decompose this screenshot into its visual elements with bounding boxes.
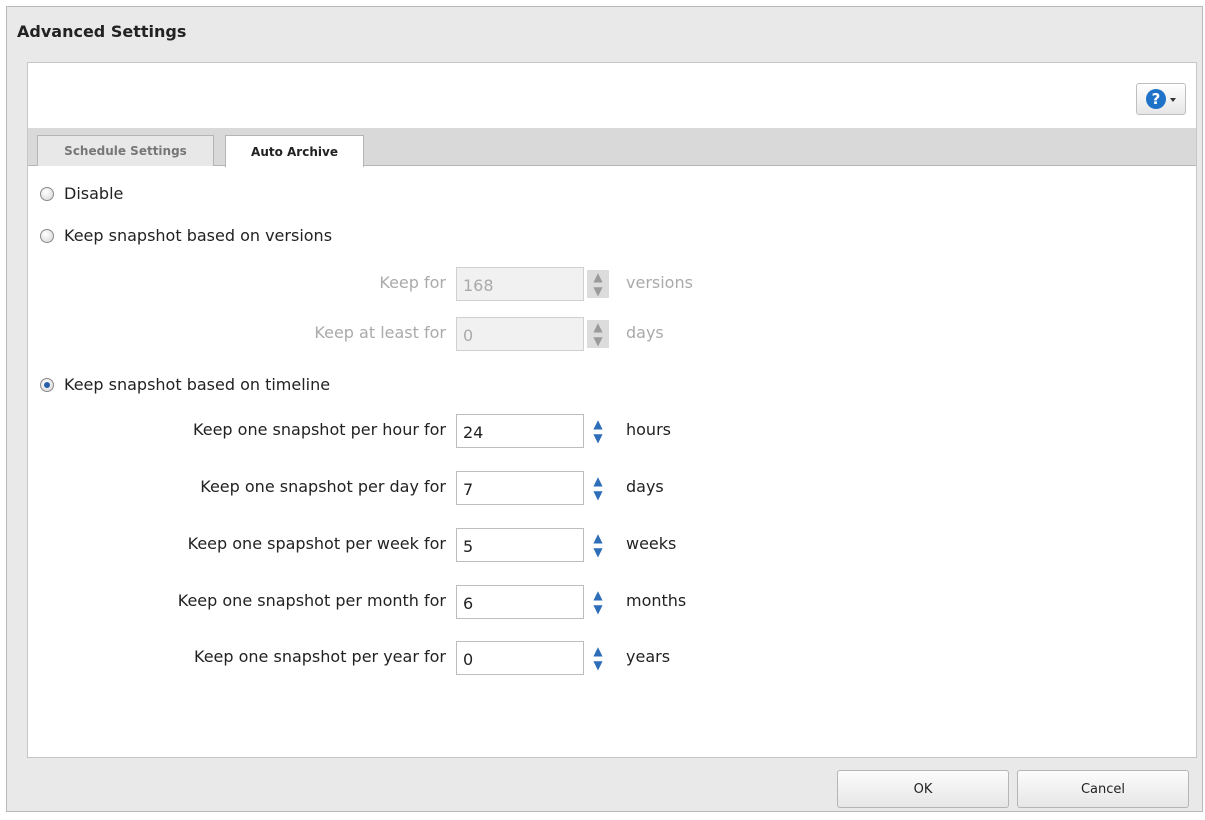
field-unit: weeks	[626, 534, 677, 553]
quantity-stepper[interactable]: ▲ ▼	[587, 588, 609, 616]
radio-disable[interactable]	[40, 186, 54, 201]
advanced-settings-dialog: Advanced Settings ? Schedule Settings Au…	[6, 6, 1203, 812]
field-label: Keep one snapshot per month for	[177, 591, 446, 610]
versions-keep-at-least-row: Keep at least for 0 ▲ ▼ days	[28, 317, 1196, 351]
chevron-up-icon[interactable]: ▲	[587, 644, 609, 658]
radio-timeline[interactable]	[40, 377, 54, 392]
tab-schedule-settings[interactable]: Schedule Settings	[37, 135, 214, 166]
field-label: Keep one snapshot per day for	[200, 477, 446, 496]
timeline-year-row: Keep one snapshot per year for 0 ▲ ▼ year…	[28, 641, 1196, 675]
option-disable-label: Disable	[64, 184, 124, 203]
field-unit: years	[626, 647, 671, 666]
field-label: Keep one snapshot per hour for	[193, 420, 446, 439]
chevron-up-icon[interactable]: ▲	[587, 417, 609, 431]
quantity-stepper[interactable]: ▲ ▼	[587, 644, 609, 672]
timeline-year-input[interactable]: 0	[456, 641, 584, 675]
timeline-month-input[interactable]: 6	[456, 585, 584, 619]
chevron-down-icon[interactable]: ▼	[587, 658, 609, 672]
chevron-down-icon[interactable]: ▼	[587, 602, 609, 616]
chevron-up-icon[interactable]: ▲	[587, 588, 609, 602]
chevron-up-icon[interactable]: ▲	[587, 474, 609, 488]
option-disable[interactable]: Disable	[40, 184, 123, 203]
option-versions-label: Keep snapshot based on versions	[64, 226, 333, 245]
chevron-down-icon	[1170, 98, 1176, 102]
tab-bar: Schedule Settings Auto Archive	[28, 128, 1196, 167]
timeline-day-input[interactable]: 7	[456, 471, 584, 505]
versions-keep-for-row: Keep for 168 ▲ ▼ versions	[28, 267, 1196, 301]
chevron-down-icon[interactable]: ▼	[587, 488, 609, 502]
cancel-button[interactable]: Cancel	[1017, 770, 1189, 808]
field-unit: versions	[626, 273, 693, 292]
timeline-month-row: Keep one snapshot per month for 6 ▲ ▼ mon…	[28, 585, 1196, 619]
help-icon: ?	[1146, 89, 1166, 109]
chevron-up-icon[interactable]: ▲	[587, 531, 609, 545]
versions-keep-for-input[interactable]: 168	[456, 267, 584, 301]
field-label: Keep one snapshot per year for	[194, 647, 446, 666]
tab-auto-archive[interactable]: Auto Archive	[225, 135, 364, 167]
option-versions[interactable]: Keep snapshot based on versions	[40, 226, 332, 245]
radio-versions[interactable]	[40, 228, 54, 243]
help-menu-button[interactable]: ?	[1136, 83, 1186, 115]
timeline-day-row: Keep one snapshot per day for 7 ▲ ▼ days	[28, 471, 1196, 505]
timeline-week-input[interactable]: 5	[456, 528, 584, 562]
field-unit: hours	[626, 420, 671, 439]
timeline-hour-input[interactable]: 24	[456, 414, 584, 448]
dialog-title: Advanced Settings	[17, 22, 187, 41]
field-unit: days	[626, 323, 664, 342]
quantity-stepper[interactable]: ▲ ▼	[587, 417, 609, 445]
field-unit: months	[626, 591, 687, 610]
field-label: Keep at least for	[314, 323, 446, 342]
option-timeline-label: Keep snapshot based on timeline	[64, 375, 331, 394]
field-unit: days	[626, 477, 664, 496]
quantity-stepper[interactable]: ▲ ▼	[587, 270, 609, 298]
dialog-body: ? Schedule Settings Auto Archive Disable…	[27, 62, 1197, 758]
chevron-up-icon[interactable]: ▲	[587, 320, 609, 334]
timeline-week-row: Keep one spapshot per week for 5 ▲ ▼ week…	[28, 528, 1196, 562]
versions-keep-at-least-input[interactable]: 0	[456, 317, 584, 351]
field-label: Keep for	[379, 273, 446, 292]
chevron-down-icon[interactable]: ▼	[587, 284, 609, 298]
quantity-stepper[interactable]: ▲ ▼	[587, 531, 609, 559]
field-label: Keep one spapshot per week for	[187, 534, 446, 553]
quantity-stepper[interactable]: ▲ ▼	[587, 474, 609, 502]
quantity-stepper[interactable]: ▲ ▼	[587, 320, 609, 348]
ok-button[interactable]: OK	[837, 770, 1009, 808]
timeline-hour-row: Keep one snapshot per hour for 24 ▲ ▼ hou…	[28, 414, 1196, 448]
chevron-down-icon[interactable]: ▼	[587, 545, 609, 559]
chevron-down-icon[interactable]: ▼	[587, 334, 609, 348]
chevron-down-icon[interactable]: ▼	[587, 431, 609, 445]
chevron-up-icon[interactable]: ▲	[587, 270, 609, 284]
option-timeline[interactable]: Keep snapshot based on timeline	[40, 375, 330, 394]
